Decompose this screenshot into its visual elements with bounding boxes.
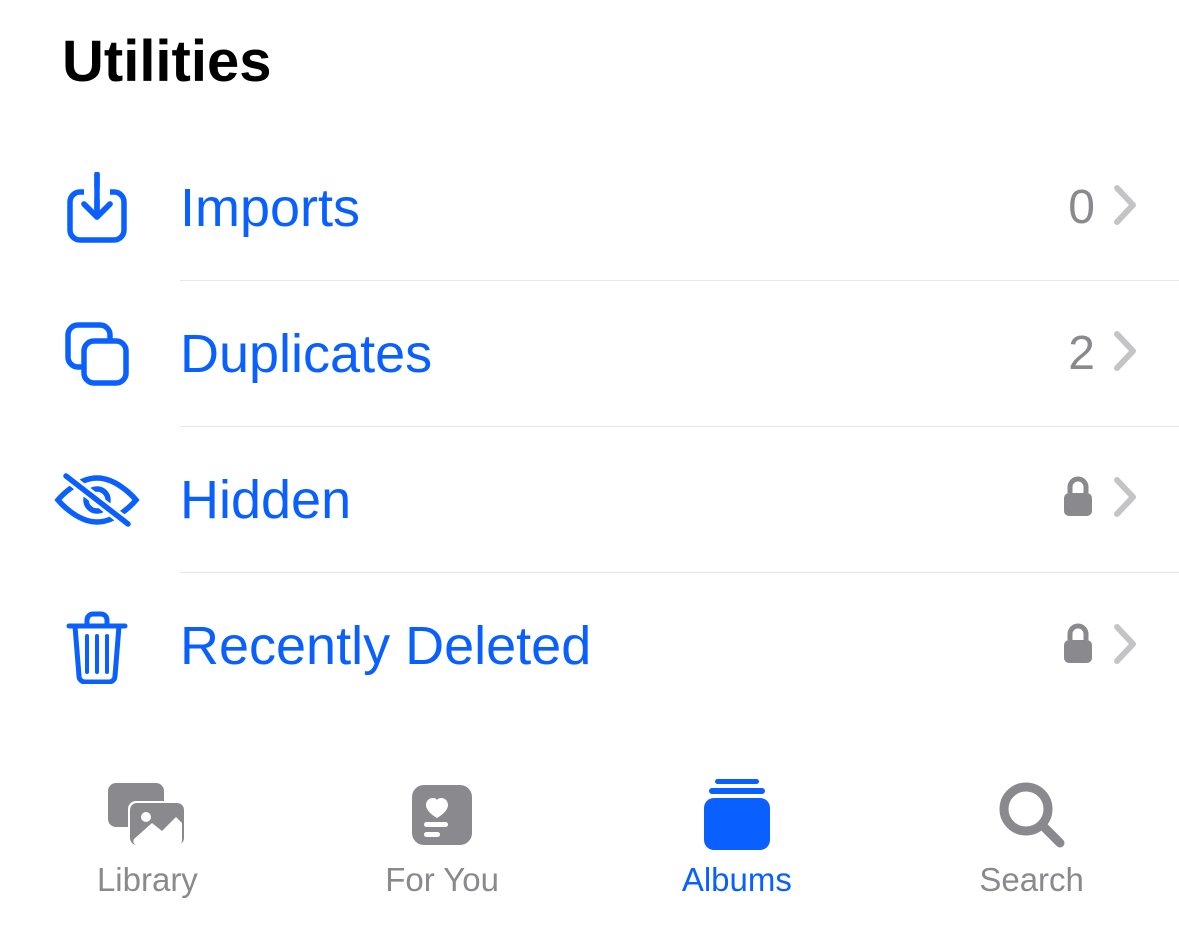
albums-icon	[701, 779, 773, 851]
section-title: Utilities	[0, 0, 1179, 135]
tab-albums[interactable]: Albums	[590, 779, 885, 899]
chevron-right-icon	[1113, 330, 1139, 377]
tab-label: Library	[97, 861, 198, 899]
list-item-label: Duplicates	[180, 323, 1068, 385]
search-icon	[996, 779, 1068, 851]
list-item-label: Recently Deleted	[180, 615, 1061, 677]
duplicates-icon	[52, 319, 142, 389]
chevron-right-icon	[1113, 184, 1139, 231]
tab-library[interactable]: Library	[0, 779, 295, 899]
utilities-list: Imports 0 Duplica	[0, 135, 1179, 719]
list-item-label: Hidden	[180, 469, 1061, 531]
tab-search[interactable]: Search	[884, 779, 1179, 899]
item-count: 0	[1068, 180, 1095, 235]
tab-for-you[interactable]: For You	[295, 779, 590, 899]
for-you-icon	[409, 779, 475, 851]
tab-label: Search	[979, 861, 1084, 899]
library-icon	[104, 779, 190, 851]
list-item-duplicates[interactable]: Duplicates 2	[0, 281, 1179, 427]
item-count: 2	[1068, 326, 1095, 381]
tab-label: For You	[385, 861, 499, 899]
chevron-right-icon	[1113, 476, 1139, 523]
hidden-icon	[52, 470, 142, 530]
list-item-imports[interactable]: Imports 0	[0, 135, 1179, 281]
list-item-hidden[interactable]: Hidden	[0, 427, 1179, 573]
list-item-recently-deleted[interactable]: Recently Deleted	[0, 573, 1179, 719]
lock-icon	[1061, 475, 1095, 524]
lock-icon	[1061, 622, 1095, 671]
tab-bar: Library For You Albums	[0, 755, 1179, 943]
chevron-right-icon	[1113, 623, 1139, 670]
trash-icon	[52, 608, 142, 684]
list-item-label: Imports	[180, 177, 1068, 239]
import-icon	[52, 172, 142, 244]
tab-label: Albums	[682, 861, 792, 899]
